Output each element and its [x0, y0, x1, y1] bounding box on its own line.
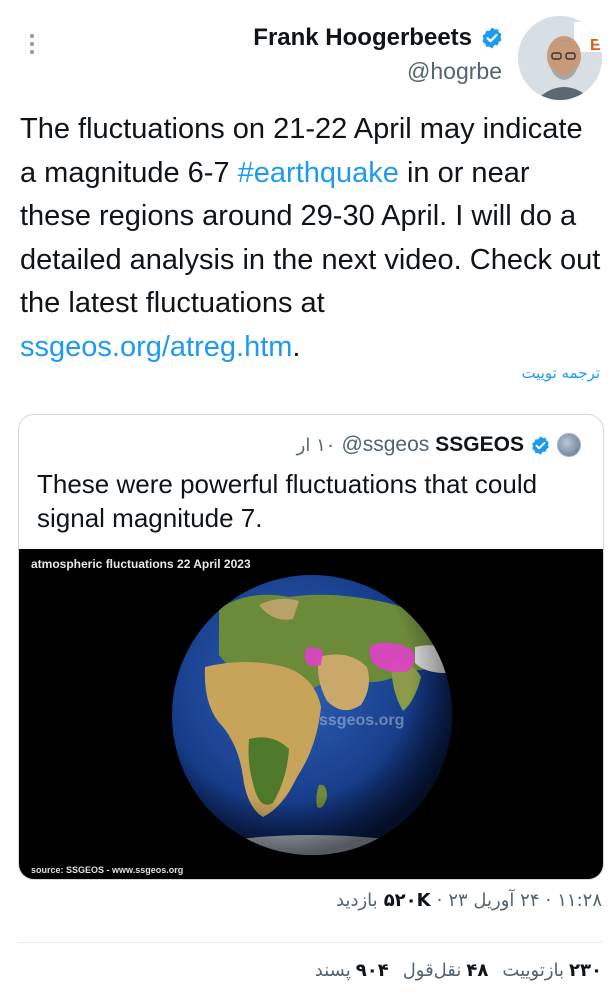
- tweet-meta: ۱۱:۲۸ · ۲۴ آوریل ۲۳ · ۵۲۰K بازدید: [336, 890, 602, 911]
- views-count: ۵۲۰K: [383, 890, 431, 911]
- tweet-text-part: .: [292, 330, 301, 363]
- views-label: بازدید: [336, 890, 378, 911]
- divider: [18, 942, 604, 943]
- author-handle[interactable]: @hogrbe: [407, 58, 502, 85]
- engagement-stats: ۲۳۰ بازتوییت ۴۸ نقل‌قول ۹۰۴ پسند: [315, 960, 602, 981]
- retweets-label: بازتوییت: [502, 960, 565, 981]
- quote-header: ۱۰ ار @ssgeos SSGEOS: [297, 433, 581, 457]
- quote-tweet-card[interactable]: ۱۰ ار @ssgeos SSGEOS These were powerful…: [18, 414, 604, 880]
- media-watermark: ssgeos.org: [319, 712, 404, 729]
- tweet-header: Frank Hoogerbeets @hogrbe S E: [0, 0, 616, 100]
- likes-stat[interactable]: ۹۰۴ پسند: [315, 960, 389, 981]
- quote-avatar: [557, 433, 581, 457]
- translate-tweet-link[interactable]: ترجمه توییت: [521, 364, 600, 382]
- tweet-text: The fluctuations on 21-22 April may indi…: [20, 108, 606, 369]
- author-name[interactable]: Frank Hoogerbeets: [253, 24, 472, 52]
- svg-text:E: E: [590, 37, 601, 54]
- meta-separator: ·: [545, 890, 552, 911]
- author-name-row[interactable]: Frank Hoogerbeets: [253, 24, 504, 52]
- avatar-photo-icon: S E: [518, 16, 602, 100]
- author-avatar[interactable]: S E: [518, 16, 602, 100]
- quote-timestamp: ۱۰ ار: [296, 434, 336, 456]
- globe-icon: ssgeos.org: [172, 575, 452, 855]
- likes-label: پسند: [314, 960, 351, 981]
- meta-separator: ·: [436, 890, 443, 911]
- verified-badge-icon: [532, 435, 549, 455]
- quotes-count: ۴۸: [466, 960, 489, 981]
- tweet-time[interactable]: ۱۱:۲۸: [557, 890, 602, 911]
- quote-media-image[interactable]: ssgeos.org atmospheric fluctuations 22 A…: [19, 549, 603, 879]
- quotes-stat[interactable]: ۴۸ نقل‌قول: [403, 960, 489, 981]
- quote-author-name: SSGEOS: [435, 433, 524, 456]
- tweet-date[interactable]: ۲۴ آوریل ۲۳: [448, 890, 539, 911]
- media-caption: atmospheric fluctuations 22 April 2023: [31, 557, 251, 571]
- quote-handle: @ssgeos: [341, 433, 430, 456]
- hashtag-link[interactable]: #earthquake: [238, 157, 399, 189]
- quote-text: These were powerful fluctuations that co…: [37, 469, 538, 533]
- retweets-count: ۲۳۰: [569, 960, 602, 981]
- verified-badge-icon: [482, 27, 502, 49]
- url-link[interactable]: ssgeos.org/atreg.htm: [20, 331, 292, 363]
- retweets-stat[interactable]: ۲۳۰ بازتوییت: [502, 960, 602, 981]
- quotes-label: نقل‌قول: [402, 960, 462, 981]
- likes-count: ۹۰۴: [355, 960, 389, 981]
- more-options-icon[interactable]: [22, 32, 42, 56]
- media-source: source: SSGEOS - www.ssgeos.org: [31, 865, 184, 875]
